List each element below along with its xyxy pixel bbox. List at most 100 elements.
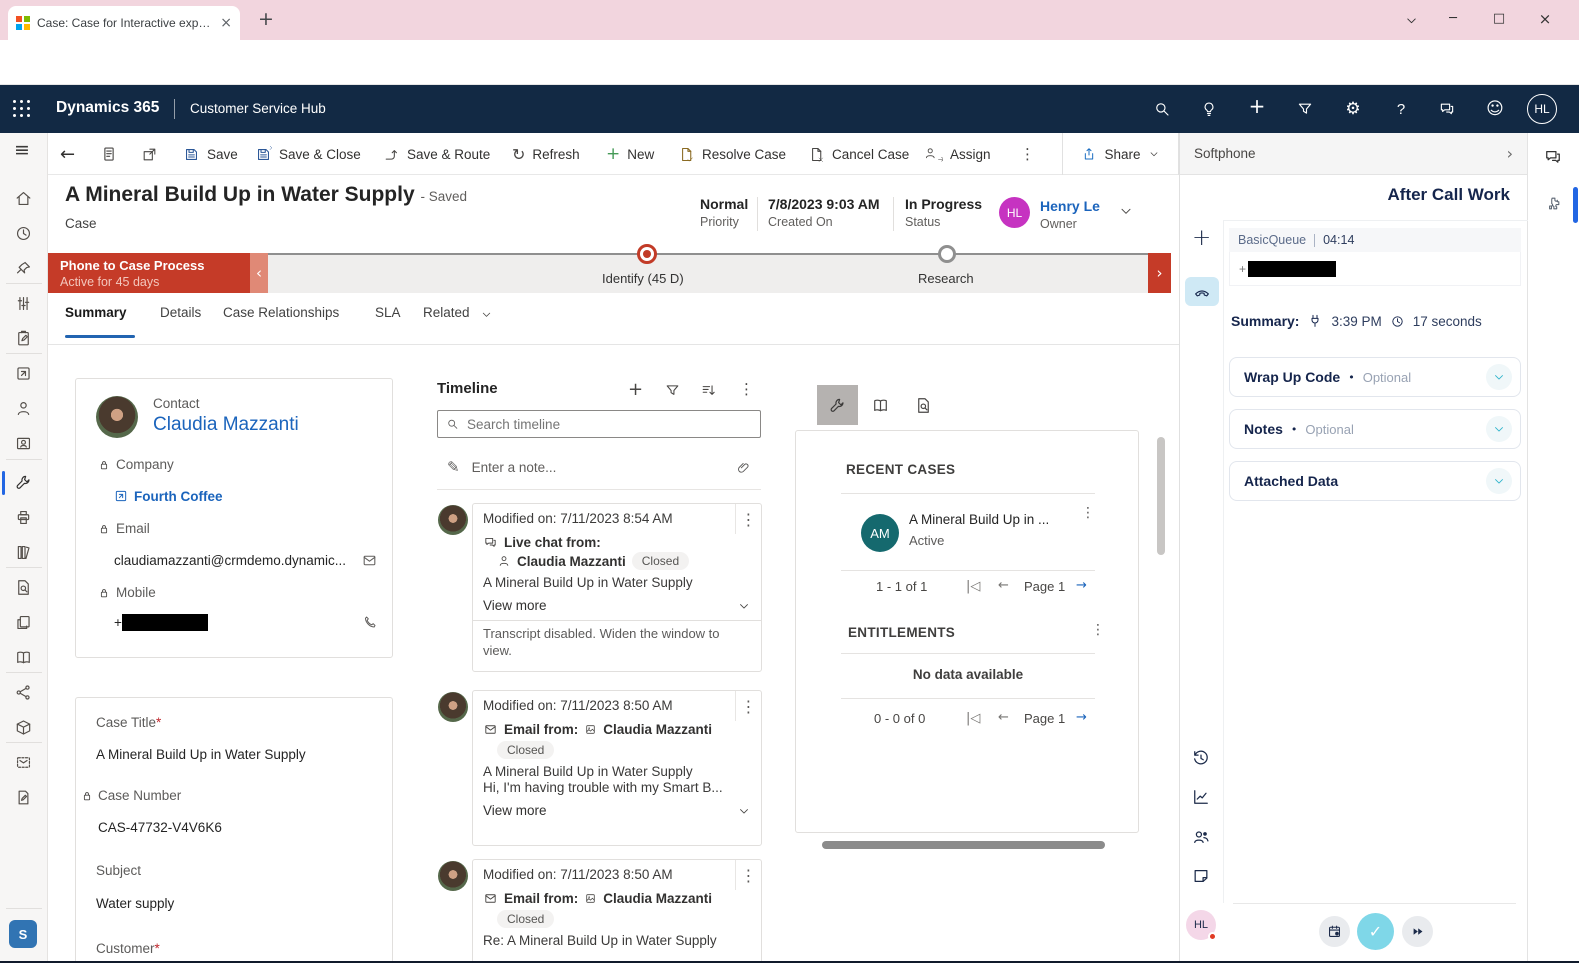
timeline-note-row[interactable]: ✎ Enter a note... — [437, 452, 761, 482]
form-selector-icon[interactable] — [100, 145, 118, 163]
page-prev-icon[interactable]: ← — [998, 710, 1009, 725]
stage-research-label[interactable]: Research — [918, 271, 974, 286]
refresh-button[interactable]: ↻ Refresh — [512, 133, 580, 175]
save-and-route-button[interactable]: Save & Route — [383, 133, 490, 175]
timeline-add-icon[interactable]: + — [628, 379, 643, 400]
entitlements-more-icon[interactable]: ⋮ — [1091, 622, 1105, 638]
resolve-case-button[interactable]: Resolve Case — [678, 133, 786, 175]
entry-more-icon[interactable]: ⋮ — [735, 691, 761, 721]
header-chevron-down-icon[interactable] — [1118, 203, 1134, 219]
customers-icon[interactable] — [1191, 827, 1211, 847]
sidebar-item-activities-icon[interactable] — [14, 329, 33, 348]
sidebar-item-cases-icon[interactable] — [14, 473, 33, 492]
send-email-icon[interactable] — [361, 552, 378, 569]
sidebar-item-knowledge-book-icon[interactable] — [14, 648, 33, 667]
process-scroll-left-icon[interactable]: ‹ — [250, 253, 268, 293]
tab-related-chevron-icon[interactable] — [480, 308, 493, 321]
new-session-plus-icon[interactable]: + — [1192, 225, 1211, 251]
tab-details[interactable]: Details — [160, 305, 201, 320]
help-icon[interactable]: ? — [1392, 101, 1410, 119]
save-button[interactable]: Save — [183, 133, 238, 175]
sidebar-item-recent-icon[interactable] — [14, 224, 33, 243]
page-next-icon[interactable]: → — [1076, 578, 1087, 593]
feedback-smiley-icon[interactable]: ☺ — [1486, 100, 1504, 118]
timeline-entry-email[interactable]: Modified on: 7/11/2023 8:50 AM ⋮ Email f… — [472, 859, 762, 963]
attached-data-accordion[interactable]: Attached Data — [1229, 461, 1521, 501]
stage-research-marker[interactable] — [938, 245, 956, 263]
entry-more-icon[interactable]: ⋮ — [735, 504, 761, 534]
case-title-value[interactable]: A Mineral Build Up in Water Supply — [96, 747, 306, 762]
notes-accordion[interactable]: Notes • Optional — [1229, 409, 1521, 449]
page-next-icon[interactable]: → — [1076, 710, 1087, 725]
timeline-entry-livechat[interactable]: Modified on: 7/11/2023 8:54 AM ⋮ Live ch… — [472, 503, 762, 672]
tool-tab-knowledge[interactable] — [860, 385, 901, 425]
owner-link[interactable]: Henry Le — [1040, 198, 1100, 214]
active-call-session-tab[interactable] — [1185, 277, 1219, 306]
new-button[interactable]: + New — [606, 133, 654, 175]
sidebar-item-articles-icon[interactable] — [14, 613, 33, 632]
sidebar-item-mailboxes-icon[interactable] — [14, 753, 33, 772]
timeline-more-icon[interactable]: ⋮ — [739, 380, 754, 398]
settings-gear-icon[interactable]: ⚙ — [1344, 100, 1362, 118]
stage-identify-marker[interactable] — [637, 244, 657, 264]
conversation-icon[interactable] — [1543, 147, 1563, 167]
window-close-button[interactable]: × — [1530, 8, 1560, 30]
timeline-search-input[interactable] — [467, 417, 752, 432]
company-link[interactable]: Fourth Coffee — [134, 489, 223, 504]
browser-tab[interactable]: Case: Case for Interactive experie × — [8, 6, 240, 40]
command-overflow-icon[interactable]: ⋮ — [1020, 133, 1035, 175]
window-minimize-button[interactable]: ─ — [1438, 8, 1468, 30]
schedule-followup-button[interactable] — [1319, 916, 1350, 947]
expand-chevron[interactable] — [1486, 364, 1512, 390]
call-phone-icon[interactable] — [362, 614, 378, 630]
page-first-icon[interactable]: |◁ — [966, 579, 980, 594]
lightbulb-icon[interactable] — [1200, 100, 1218, 118]
email-value[interactable]: claudiamazzanti@crmdemo.dynamic... — [114, 553, 359, 568]
quick-create-plus-icon[interactable]: + — [1248, 97, 1266, 115]
share-button[interactable]: Share — [1062, 133, 1179, 175]
sidebar-item-social-profiles-icon[interactable] — [14, 434, 33, 453]
case-item-more-icon[interactable]: ⋮ — [1081, 505, 1095, 521]
owner-avatar[interactable]: HL — [999, 197, 1030, 228]
app-name[interactable]: Customer Service Hub — [190, 101, 326, 116]
collapse-pane-chevron-icon[interactable]: › — [1507, 144, 1513, 163]
complete-acw-button[interactable]: ✓ — [1357, 913, 1394, 950]
view-more-row[interactable]: View more — [473, 795, 761, 825]
timeline-search-box[interactable] — [437, 410, 761, 438]
waffle-icon[interactable] — [13, 100, 31, 118]
save-and-close-button[interactable]: Save & Close — [255, 133, 361, 175]
sidebar-item-queues-icon[interactable] — [14, 508, 33, 527]
timeline-sort-icon[interactable] — [700, 382, 717, 399]
page-prev-icon[interactable]: ← — [998, 578, 1009, 593]
wrap-up-code-accordion[interactable]: Wrap Up Code • Optional — [1229, 357, 1521, 397]
search-icon[interactable] — [1153, 100, 1171, 118]
sidebar-item-products-icon[interactable] — [14, 718, 33, 737]
timeline-entry-email[interactable]: Modified on: 7/11/2023 8:50 AM ⋮ Email f… — [472, 690, 762, 846]
rail-scrollbar[interactable] — [1573, 187, 1578, 223]
new-tab-button[interactable]: + — [258, 8, 274, 30]
session-history-icon[interactable] — [1191, 748, 1211, 768]
entry-sender[interactable]: Claudia Mazzanti — [603, 891, 712, 906]
open-in-new-window-icon[interactable] — [141, 146, 158, 163]
tool-tab-article-search[interactable] — [903, 385, 944, 425]
widgets-horizontal-scrollbar[interactable] — [822, 841, 1105, 849]
cancel-case-button[interactable]: Cancel Case — [808, 133, 909, 175]
analytics-chart-icon[interactable] — [1191, 787, 1211, 807]
tool-tab-related-cases[interactable] — [817, 385, 858, 425]
puzzle-apps-icon[interactable] — [1545, 195, 1562, 212]
service-area-badge[interactable]: S — [9, 920, 37, 948]
sidebar-item-knowledge-icon[interactable] — [14, 543, 33, 562]
sidebar-item-dashboards-icon[interactable] — [14, 294, 33, 313]
sidebar-item-article-search-icon[interactable] — [14, 578, 33, 597]
entry-subject[interactable]: A Mineral Build Up in Water Supply — [473, 760, 761, 779]
expand-chevron[interactable] — [1486, 468, 1512, 494]
sidebar-item-drafts-icon[interactable] — [14, 788, 33, 807]
entry-more-icon[interactable]: ⋮ — [735, 860, 761, 890]
timeline-filter-icon[interactable] — [664, 382, 681, 399]
go-back-icon[interactable]: ← — [60, 133, 75, 175]
browser-menu-chevron-icon[interactable] — [1404, 13, 1419, 28]
window-maximize-button[interactable]: □ — [1484, 8, 1514, 30]
stage-identify-label[interactable]: Identify (45 D) — [602, 271, 684, 286]
case-item-title[interactable]: A Mineral Build Up in ... — [909, 512, 1049, 527]
entry-subject[interactable]: Re: A Mineral Build Up in Water Supply — [473, 929, 761, 948]
